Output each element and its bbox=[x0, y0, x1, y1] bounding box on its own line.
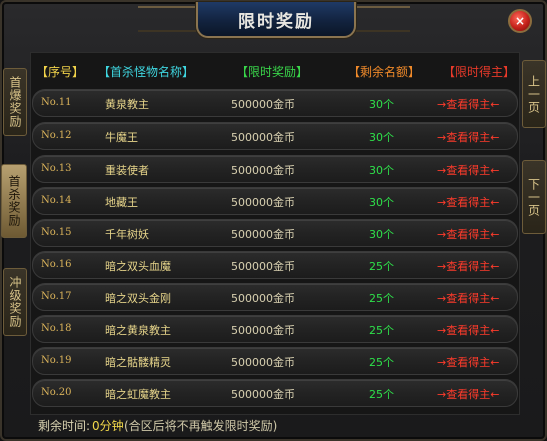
row-index: No.19 bbox=[41, 355, 72, 366]
row-monster-name: 暗之虹魔教主 bbox=[105, 388, 171, 401]
merge-note: (合区后将不再触发限时奖励) bbox=[124, 419, 278, 433]
header-monster-name: 【首杀怪物名称】 bbox=[98, 65, 195, 79]
row-remaining: 30个 bbox=[369, 196, 394, 209]
row-reward: 500000金币 bbox=[231, 196, 295, 209]
header-index: 【序号】 bbox=[36, 65, 85, 79]
prev-page-button[interactable]: 上一页 bbox=[522, 60, 546, 128]
row-monster-name: 暗之双头血魔 bbox=[105, 260, 171, 273]
table-row: No.20 暗之虹魔教主 500000金币 25个 →查看得主← bbox=[32, 379, 518, 407]
close-button[interactable]: × bbox=[508, 9, 532, 33]
row-remaining: 30个 bbox=[369, 164, 394, 177]
title-ornament-left bbox=[138, 6, 196, 32]
view-winner-link[interactable]: →查看得主← bbox=[437, 258, 499, 274]
row-reward: 500000金币 bbox=[231, 356, 295, 369]
row-reward: 500000金币 bbox=[231, 388, 295, 401]
row-remaining: 30个 bbox=[369, 131, 394, 144]
row-index: No.17 bbox=[41, 291, 72, 302]
row-index: No.18 bbox=[41, 323, 72, 334]
title-ornament-right bbox=[352, 6, 410, 32]
row-remaining: 25个 bbox=[369, 388, 394, 401]
view-winner-link[interactable]: →查看得主← bbox=[437, 129, 499, 145]
row-reward: 500000金币 bbox=[231, 131, 295, 144]
row-monster-name: 牛魔王 bbox=[105, 131, 138, 144]
table-row: No.14 地藏王 500000金币 30个 →查看得主← bbox=[32, 187, 518, 215]
tab-first-kill-reward[interactable]: 首杀奖励 bbox=[1, 164, 27, 238]
table-row: No.12 牛魔王 500000金币 30个 →查看得主← bbox=[32, 122, 518, 150]
row-index: No.12 bbox=[41, 130, 72, 141]
row-remaining: 25个 bbox=[369, 324, 394, 337]
tab-label: 冲级奖励 bbox=[8, 276, 22, 328]
table-header: 【序号】 【首杀怪物名称】 【限时奖励】 【剩余名额】 【限时得主】 bbox=[30, 60, 518, 82]
next-page-button[interactable]: 下一页 bbox=[522, 160, 546, 234]
row-reward: 500000金币 bbox=[231, 292, 295, 305]
table-row: No.13 重装使者 500000金币 30个 →查看得主← bbox=[32, 155, 518, 183]
view-winner-link[interactable]: →查看得主← bbox=[437, 290, 499, 306]
tab-label: 首爆奖励 bbox=[8, 76, 22, 128]
row-index: No.14 bbox=[41, 195, 72, 206]
row-monster-name: 暗之黄泉教主 bbox=[105, 324, 171, 337]
remaining-time-label: 剩余时间: bbox=[38, 419, 91, 433]
row-index: No.20 bbox=[41, 387, 72, 398]
row-index: No.13 bbox=[41, 163, 72, 174]
table-row: No.17 暗之双头金刚 500000金币 25个 →查看得主← bbox=[32, 283, 518, 311]
tab-level-reward[interactable]: 冲级奖励 bbox=[3, 268, 27, 336]
header-winner: 【限时得主】 bbox=[443, 65, 516, 79]
view-winner-link[interactable]: →查看得主← bbox=[437, 226, 499, 242]
view-winner-link[interactable]: →查看得主← bbox=[437, 322, 499, 338]
view-winner-link[interactable]: →查看得主← bbox=[437, 386, 499, 402]
row-monster-name: 暗之双头金刚 bbox=[105, 292, 171, 305]
row-index: No.16 bbox=[41, 259, 72, 270]
row-monster-name: 地藏王 bbox=[105, 196, 138, 209]
view-winner-link[interactable]: →查看得主← bbox=[437, 354, 499, 370]
table-row: No.19 暗之骷髅精灵 500000金币 25个 →查看得主← bbox=[32, 347, 518, 375]
row-reward: 500000金币 bbox=[231, 324, 295, 337]
prev-page-label: 上一页 bbox=[526, 74, 541, 114]
tab-first-drop-reward[interactable]: 首爆奖励 bbox=[3, 68, 27, 136]
window-title: 限时奖励 bbox=[238, 11, 314, 32]
table-row: No.16 暗之双头血魔 500000金币 25个 →查看得主← bbox=[32, 251, 518, 279]
table-row: No.11 黄泉教主 500000金币 30个 →查看得主← bbox=[32, 89, 518, 117]
next-page-label: 下一页 bbox=[526, 177, 541, 217]
row-reward: 500000金币 bbox=[231, 228, 295, 241]
table-row: No.18 暗之黄泉教主 500000金币 25个 →查看得主← bbox=[32, 315, 518, 343]
header-remaining: 【剩余名额】 bbox=[348, 65, 421, 79]
row-index: No.15 bbox=[41, 227, 72, 238]
row-monster-name: 重装使者 bbox=[105, 164, 149, 177]
header-reward: 【限时奖励】 bbox=[236, 65, 309, 79]
title-bar: 限时奖励 bbox=[196, 2, 356, 38]
row-remaining: 30个 bbox=[369, 98, 394, 111]
row-monster-name: 暗之骷髅精灵 bbox=[105, 356, 171, 369]
row-remaining: 30个 bbox=[369, 228, 394, 241]
row-reward: 500000金币 bbox=[231, 164, 295, 177]
row-index: No.11 bbox=[41, 97, 72, 108]
row-remaining: 25个 bbox=[369, 260, 394, 273]
row-remaining: 25个 bbox=[369, 292, 394, 305]
view-winner-link[interactable]: →查看得主← bbox=[437, 96, 499, 112]
row-monster-name: 黄泉教主 bbox=[105, 98, 149, 111]
view-winner-link[interactable]: →查看得主← bbox=[437, 162, 499, 178]
row-reward: 500000金币 bbox=[231, 260, 295, 273]
row-monster-name: 千年树妖 bbox=[105, 228, 149, 241]
table-row: No.15 千年树妖 500000金币 30个 →查看得主← bbox=[32, 219, 518, 247]
remaining-time-value: 0分钟 bbox=[92, 419, 124, 433]
footer: 剩余时间: 0分钟 (合区后将不再触发限时奖励) bbox=[30, 413, 518, 435]
tab-label: 首杀奖励 bbox=[7, 175, 21, 227]
view-winner-link[interactable]: →查看得主← bbox=[437, 194, 499, 210]
row-reward: 500000金币 bbox=[231, 98, 295, 111]
row-remaining: 25个 bbox=[369, 356, 394, 369]
